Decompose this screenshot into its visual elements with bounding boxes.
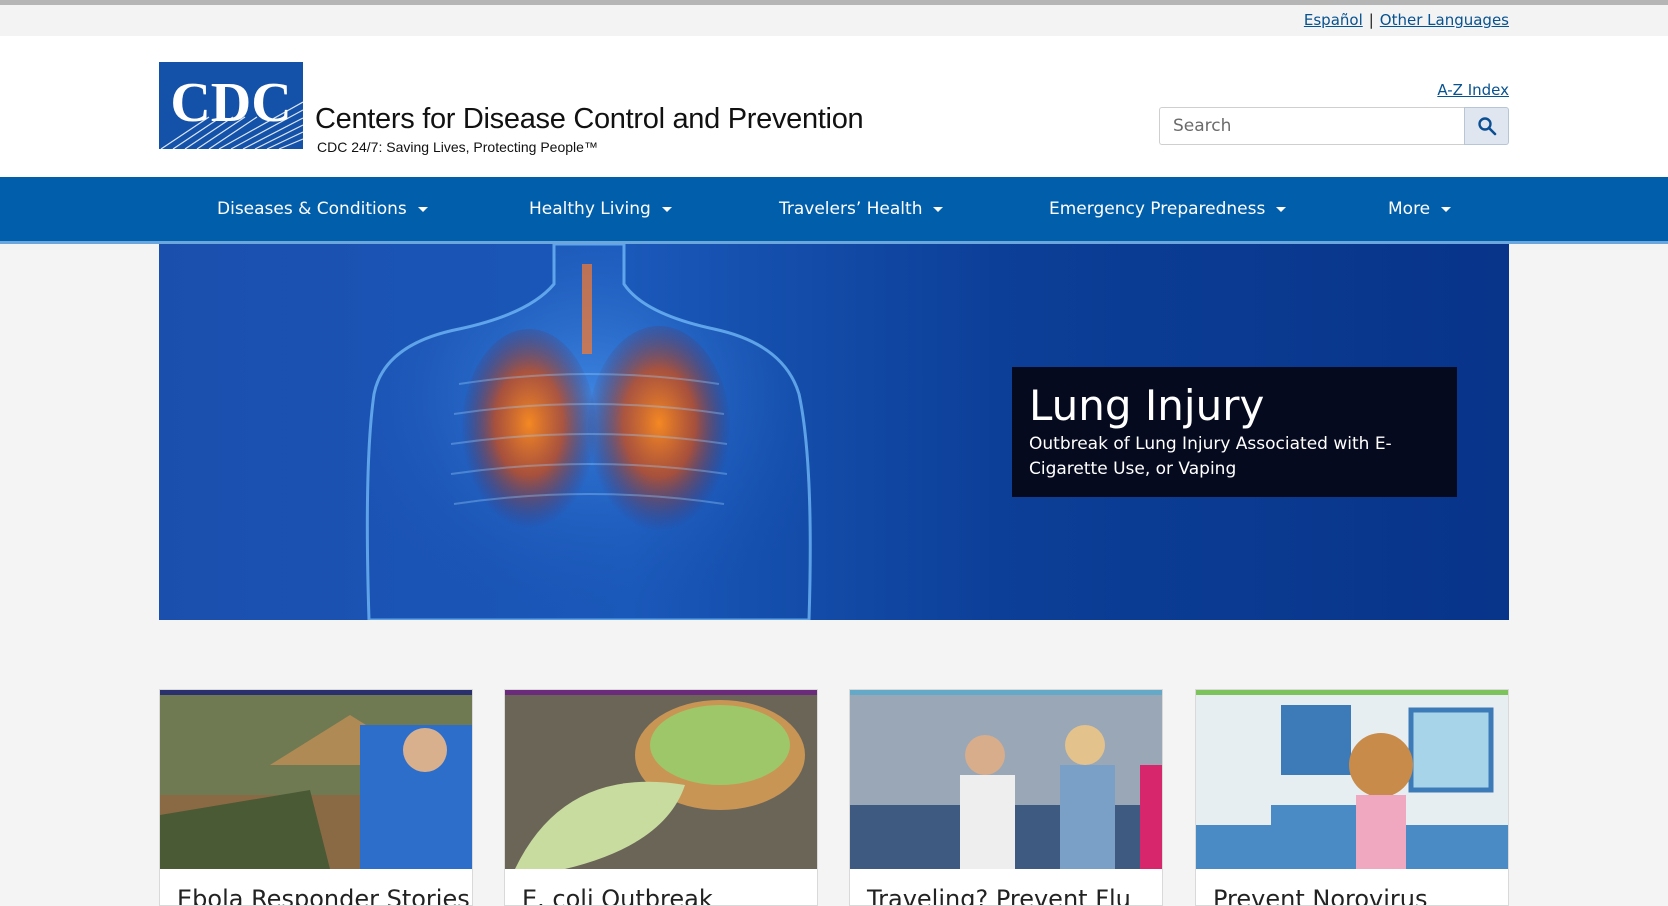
search-button[interactable] bbox=[1464, 107, 1509, 145]
hero-lungs-image bbox=[365, 244, 812, 620]
nav-label: More bbox=[1388, 199, 1431, 219]
language-bar: Español | Other Languages bbox=[0, 5, 1668, 36]
hero-title: Lung Injury bbox=[1029, 381, 1265, 430]
hero-banner[interactable]: Lung Injury Outbreak of Lung Injury Asso… bbox=[159, 244, 1509, 620]
feature-cards: Ebola Responder Stories E. coli Outbreak bbox=[159, 689, 1509, 906]
logo-letters: CDC bbox=[170, 72, 291, 134]
espanol-link[interactable]: Español bbox=[1304, 11, 1363, 29]
other-languages-link[interactable]: Other Languages bbox=[1380, 11, 1509, 29]
search-input[interactable] bbox=[1159, 107, 1464, 145]
card-travel-flu[interactable]: Traveling? Prevent Flu bbox=[849, 689, 1163, 906]
card-norovirus[interactable]: Prevent Norovirus bbox=[1195, 689, 1509, 906]
search-box bbox=[1159, 107, 1509, 147]
nav-label: Travelers’ Health bbox=[779, 199, 923, 219]
cdc-logo-mark: CDC bbox=[159, 62, 303, 149]
card-title: Prevent Norovirus bbox=[1213, 885, 1428, 906]
cdc-logo[interactable]: CDC Centers for Disease Control and Prev… bbox=[159, 62, 864, 155]
nav-emergency-preparedness[interactable]: Emergency Preparedness bbox=[1049, 177, 1287, 241]
language-separator: | bbox=[1368, 11, 1374, 29]
nav-travelers-health[interactable]: Travelers’ Health bbox=[779, 177, 944, 241]
caret-down-icon bbox=[933, 206, 944, 212]
agency-tagline: CDC 24/7: Saving Lives, Protecting Peopl… bbox=[317, 139, 598, 155]
nav-diseases-conditions[interactable]: Diseases & Conditions bbox=[217, 177, 428, 241]
card-image-ebola-responder bbox=[160, 695, 472, 869]
card-image-handwashing bbox=[1196, 695, 1508, 869]
main-nav: Diseases & Conditions Healthy Living Tra… bbox=[0, 177, 1668, 244]
search-icon bbox=[1477, 117, 1496, 136]
card-title: Ebola Responder Stories bbox=[177, 885, 470, 906]
a-z-index-link[interactable]: A-Z Index bbox=[1437, 81, 1509, 99]
card-image-family-airport bbox=[850, 695, 1162, 869]
caret-down-icon bbox=[1441, 206, 1452, 212]
card-ebola[interactable]: Ebola Responder Stories bbox=[159, 689, 473, 906]
caret-down-icon bbox=[661, 206, 672, 212]
agency-name: Centers for Disease Control and Preventi… bbox=[315, 103, 864, 135]
nav-more[interactable]: More bbox=[1388, 177, 1452, 241]
caret-down-icon bbox=[1276, 206, 1287, 212]
caret-down-icon bbox=[417, 206, 428, 212]
card-ecoli[interactable]: E. coli Outbreak bbox=[504, 689, 818, 906]
nav-healthy-living[interactable]: Healthy Living bbox=[529, 177, 672, 241]
card-title: Traveling? Prevent Flu bbox=[867, 885, 1131, 906]
card-title: E. coli Outbreak bbox=[522, 885, 713, 906]
card-image-lettuce bbox=[505, 695, 817, 869]
site-header: CDC Centers for Disease Control and Prev… bbox=[0, 36, 1668, 177]
nav-label: Healthy Living bbox=[529, 199, 651, 219]
hero-caption[interactable]: Lung Injury Outbreak of Lung Injury Asso… bbox=[1012, 367, 1457, 497]
nav-label: Emergency Preparedness bbox=[1049, 199, 1266, 219]
hero-subtitle: Outbreak of Lung Injury Associated with … bbox=[1029, 434, 1392, 479]
nav-label: Diseases & Conditions bbox=[217, 199, 407, 219]
